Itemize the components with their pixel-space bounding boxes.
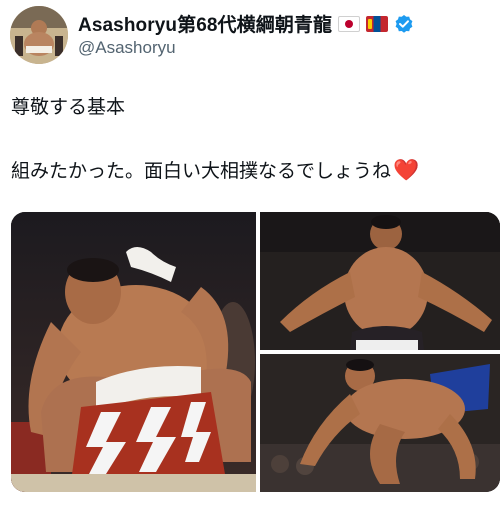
tweet-text-line-2: 組みたかった。面白い大相撲なるでしょうね❤️ [11, 159, 419, 184]
avatar[interactable] [10, 6, 68, 64]
heart-emoji-icon: ❤️ [393, 159, 420, 182]
display-name[interactable]: Asashoryu第68代横綱朝青龍 [78, 10, 332, 37]
sumo-wrestler-lunge-photo[interactable] [260, 354, 500, 492]
user-handle[interactable]: @Asashoryu [78, 38, 176, 58]
flag-japan-icon [338, 15, 361, 32]
tweet-text-line-2-text: 組みたかった。面白い大相撲なるでしょうね [11, 161, 392, 182]
media-grid [11, 212, 500, 492]
sumo-wrestler-arms-spread-photo[interactable] [260, 212, 500, 350]
avatar-image [10, 6, 68, 64]
sumo-wrestler-crouch-photo[interactable] [11, 212, 256, 492]
verified-badge-icon[interactable] [394, 14, 414, 34]
tweet-header: Asashoryu第68代横綱朝青龍 @Asashoryu [10, 6, 490, 66]
name-row: Asashoryu第68代横綱朝青龍 [78, 10, 414, 37]
flag-mongolia-icon [366, 15, 389, 32]
tweet-text-line-1: 尊敬する基本 [11, 97, 126, 118]
